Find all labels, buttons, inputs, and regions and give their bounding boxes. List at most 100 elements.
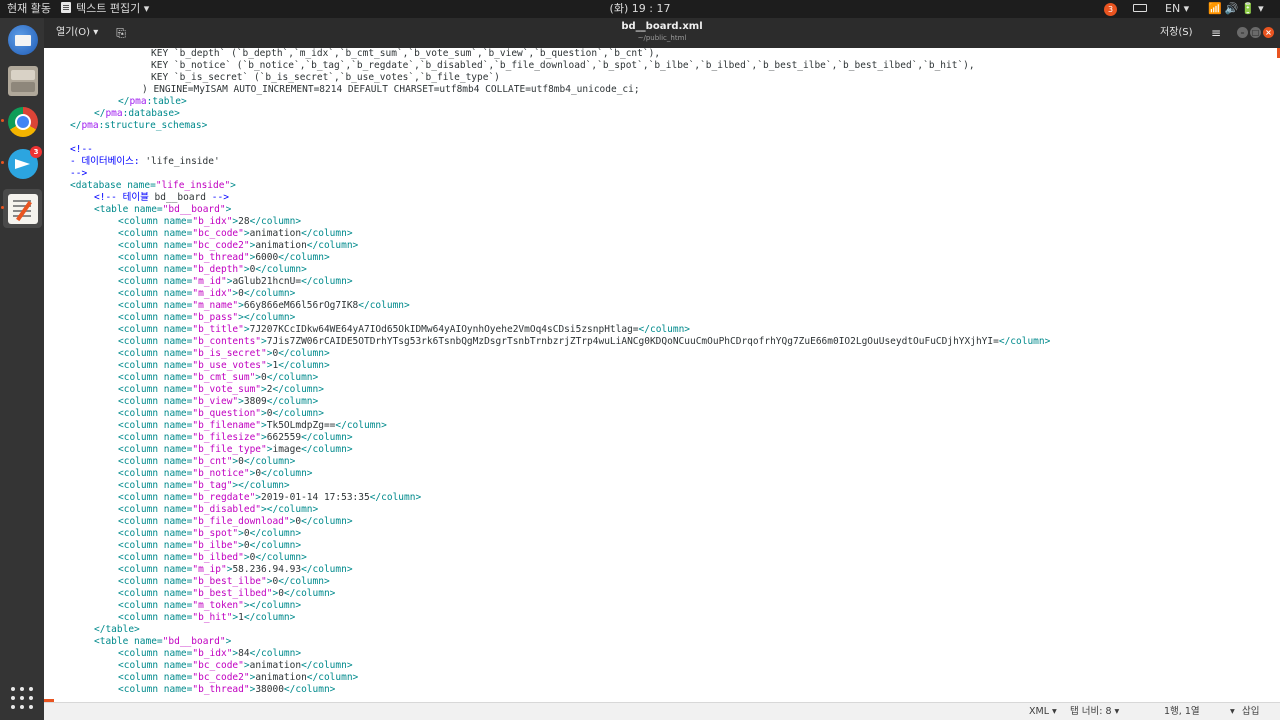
code-line[interactable]: </table> bbox=[94, 624, 140, 636]
code-token-tag: <column bbox=[118, 516, 164, 527]
code-token-ns: pma bbox=[129, 96, 147, 107]
code-line[interactable]: <column name="m_token"></column> bbox=[118, 600, 301, 612]
show-applications-icon[interactable] bbox=[11, 687, 33, 709]
code-token-val: "b_question" bbox=[192, 408, 262, 419]
code-line[interactable]: <column name="b_hit">1</column> bbox=[118, 612, 295, 624]
code-line[interactable]: <column name="b_idx">28</column> bbox=[118, 216, 301, 228]
chevron-down-icon[interactable]: ▾ bbox=[1230, 703, 1235, 720]
code-line[interactable]: KEY `b_is_secret` (`b_is_secret`,`b_use_… bbox=[151, 72, 500, 84]
code-token-val: "m_ip" bbox=[192, 564, 227, 575]
minimize-icon[interactable]: – bbox=[1237, 27, 1248, 38]
hamburger-menu-icon[interactable]: ≡ bbox=[1206, 22, 1226, 44]
code-line[interactable]: <table name="bd__board"> bbox=[94, 636, 231, 648]
code-token-tag: <database bbox=[70, 180, 128, 191]
code-token-tag: <column bbox=[118, 420, 164, 431]
dock-thunderbird[interactable] bbox=[3, 20, 42, 59]
dock-telegram[interactable]: 3 bbox=[1, 144, 42, 183]
close-icon[interactable]: × bbox=[1263, 27, 1274, 38]
code-line[interactable]: <column name="b_ilbe">0</column> bbox=[118, 540, 301, 552]
notification-badge[interactable]: 3 bbox=[1104, 3, 1117, 16]
code-line[interactable]: <column name="b_thread">38000</column> bbox=[118, 684, 335, 696]
code-line[interactable]: <column name="bc_code">animation</column… bbox=[118, 228, 353, 240]
keyboard-icon[interactable] bbox=[1133, 0, 1147, 18]
code-token-val: "m_name" bbox=[192, 300, 239, 311]
code-token-text: 7J207KCcIDkw64WE64yA7IOd65OkIDMw64yAIOyn… bbox=[249, 324, 639, 335]
code-line[interactable]: <column name="m_name">66y866eM66l56rOg7I… bbox=[118, 300, 410, 312]
code-line[interactable]: <database name="life_inside"> bbox=[70, 180, 236, 192]
files-icon bbox=[8, 66, 38, 96]
language-selector[interactable]: EN ▾ bbox=[1165, 0, 1189, 18]
code-line[interactable]: KEY `b_depth` (`b_depth`,`m_idx`,`b_cmt_… bbox=[151, 48, 660, 60]
code-token-tag: <column bbox=[118, 396, 164, 407]
code-line[interactable]: <column name="b_disabled"></column> bbox=[118, 504, 318, 516]
code-line[interactable]: - 데이터베이스: 'life_inside' bbox=[70, 156, 220, 168]
cursor-position[interactable]: 1행, 1열 bbox=[1164, 703, 1200, 720]
dock-text-editor[interactable] bbox=[1, 189, 42, 228]
code-line[interactable]: <column name="b_contents">7Jis7ZW06rCAID… bbox=[118, 336, 1050, 348]
code-token-tag: </column> bbox=[249, 648, 302, 659]
code-line[interactable]: <column name="b_thread">6000</column> bbox=[118, 252, 330, 264]
code-line[interactable]: <column name="b_spot">0</column> bbox=[118, 528, 301, 540]
code-token-text: 28 bbox=[238, 216, 250, 227]
save-button[interactable]: 저장(S) bbox=[1154, 22, 1199, 44]
code-line[interactable]: <column name="b_file_type">image</column… bbox=[118, 444, 353, 456]
code-line[interactable]: <column name="b_use_votes">1</column> bbox=[118, 360, 330, 372]
code-line[interactable]: <column name="b_cnt">0</column> bbox=[118, 456, 295, 468]
text-editor-area[interactable]: KEY `b_depth` (`b_depth`,`m_idx`,`b_cmt_… bbox=[44, 48, 1280, 702]
code-line[interactable]: <column name="b_title">7J207KCcIDkw64WE6… bbox=[118, 324, 690, 336]
code-line[interactable]: ) ENGINE=MyISAM AUTO_INCREMENT=8214 DEFA… bbox=[142, 84, 640, 96]
code-line[interactable]: <column name="b_vote_sum">2</column> bbox=[118, 384, 324, 396]
code-token-tag: <column bbox=[118, 276, 164, 287]
language-mode-selector[interactable]: XML ▾ bbox=[1029, 703, 1057, 720]
code-token-tag: </column> bbox=[301, 660, 353, 671]
code-line[interactable]: <column name="b_best_ilbed">0</column> bbox=[118, 588, 335, 600]
code-line[interactable]: <table name="bd__board"> bbox=[94, 204, 231, 216]
code-token-attr: name= bbox=[163, 420, 193, 431]
code-line[interactable]: <column name="m_ip">58.236.94.93</column… bbox=[118, 564, 353, 576]
code-line[interactable]: <column name="b_idx">84</column> bbox=[118, 648, 301, 660]
code-line[interactable]: <column name="b_tag"></column> bbox=[118, 480, 290, 492]
code-line[interactable]: <!-- 테이블 bd__board --> bbox=[94, 192, 229, 204]
maximize-icon[interactable]: □ bbox=[1250, 27, 1261, 38]
code-token-tag: <column bbox=[118, 456, 164, 467]
tab-width-selector[interactable]: 탭 너비: 8 ▾ bbox=[1070, 703, 1119, 720]
code-token-attr: name= bbox=[163, 552, 193, 563]
code-line[interactable]: <column name="b_best_ilbe">0</column> bbox=[118, 576, 330, 588]
code-line[interactable]: <column name="b_view">3809</column> bbox=[118, 396, 318, 408]
code-line[interactable]: <column name="b_regdate">2019-01-14 17:5… bbox=[118, 492, 421, 504]
code-line[interactable]: <column name="bc_code2">animation</colum… bbox=[118, 672, 358, 684]
code-line[interactable]: --> bbox=[70, 168, 87, 180]
code-line[interactable]: <column name="b_filesize">662559</column… bbox=[118, 432, 353, 444]
code-line[interactable]: </pma:structure_schemas> bbox=[70, 120, 207, 132]
code-line[interactable]: <column name="b_cmt_sum">0</column> bbox=[118, 372, 318, 384]
dock-files[interactable] bbox=[3, 61, 42, 100]
code-line[interactable]: <column name="bc_code">animation</column… bbox=[118, 660, 353, 672]
code-line[interactable]: </pma:table> bbox=[118, 96, 187, 108]
code-line[interactable]: <column name="b_file_download">0</column… bbox=[118, 516, 353, 528]
code-line[interactable]: <column name="b_is_secret">0</column> bbox=[118, 348, 330, 360]
code-line[interactable]: <column name="m_idx">0</column> bbox=[118, 288, 295, 300]
code-line[interactable]: KEY `b_notice` (`b_notice`,`b_tag`,`b_re… bbox=[151, 60, 975, 72]
code-token-sql: ) ENGINE=MyISAM AUTO_INCREMENT=8214 DEFA… bbox=[142, 84, 640, 95]
code-token-tag: > bbox=[225, 636, 232, 647]
code-token-attr: name= bbox=[163, 240, 193, 251]
code-line[interactable]: <column name="b_depth">0</column> bbox=[118, 264, 307, 276]
code-line[interactable]: <column name="b_ilbed">0</column> bbox=[118, 552, 307, 564]
code-line[interactable]: </pma:database> bbox=[94, 108, 180, 120]
code-line[interactable]: <column name="b_filename">Tk5OLmdpZg==</… bbox=[118, 420, 387, 432]
code-line[interactable]: <column name="b_pass"></column> bbox=[118, 312, 295, 324]
dock-chrome[interactable] bbox=[1, 102, 42, 141]
system-menu[interactable]: 📶🔊🔋▾ bbox=[1208, 0, 1267, 18]
code-line[interactable]: <column name="b_notice">0</column> bbox=[118, 468, 313, 480]
code-line[interactable]: <column name="bc_code2">animation</colum… bbox=[118, 240, 358, 252]
code-line[interactable]: <!-- bbox=[70, 144, 93, 156]
code-token-attr: name= bbox=[163, 264, 193, 275]
code-token-comment: - 데이터베이스: bbox=[70, 156, 146, 167]
code-token-tag: </column> bbox=[243, 312, 296, 323]
code-token-tag: <column bbox=[118, 576, 164, 587]
code-token-tag: <column bbox=[118, 648, 164, 659]
clock[interactable]: (화) 19 : 17 bbox=[0, 0, 1280, 18]
code-line[interactable]: <column name="m_id">aGlub21hcnU=</column… bbox=[118, 276, 353, 288]
code-token-sql: KEY `b_depth` (`b_depth`,`m_idx`,`b_cmt_… bbox=[151, 48, 661, 59]
code-line[interactable]: <column name="b_question">0</column> bbox=[118, 408, 324, 420]
